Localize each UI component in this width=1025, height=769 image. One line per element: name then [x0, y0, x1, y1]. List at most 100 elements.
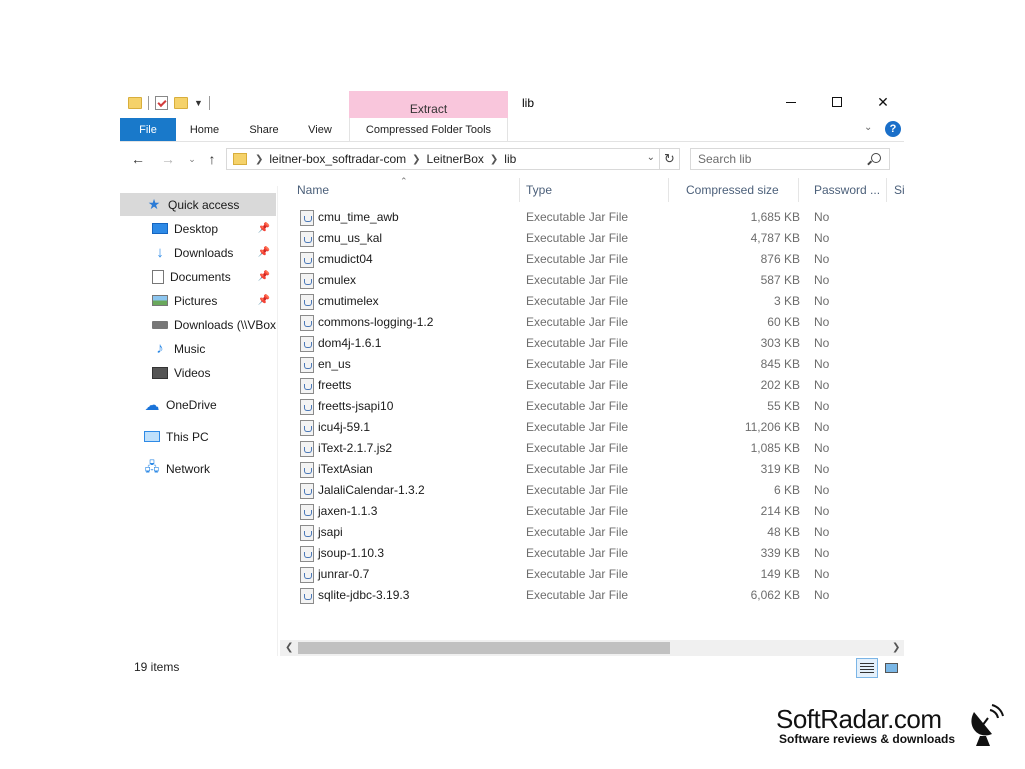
column-header-password[interactable]: Password ...	[797, 178, 887, 202]
minimize-button[interactable]	[768, 86, 814, 118]
file-row[interactable]: JalaliCalendar-1.3.2 Executable Jar File 6…	[297, 480, 897, 501]
scroll-right-icon[interactable]: ❯	[892, 642, 900, 653]
sidebar-item-desktop[interactable]: Desktop 📌	[120, 217, 276, 240]
pin-icon[interactable]: 📌	[258, 271, 270, 282]
file-name[interactable]: jsapi	[318, 525, 343, 539]
file-name[interactable]: junrar-0.7	[318, 567, 369, 581]
file-row[interactable]: commons-logging-1.2 Executable Jar File 60…	[297, 312, 897, 333]
close-button[interactable]: ✕	[860, 86, 906, 118]
file-row[interactable]: iTextAsian Executable Jar File 319 KB No	[297, 459, 897, 480]
column-header-size[interactable]: Si	[877, 178, 904, 202]
help-icon[interactable]: ?	[885, 121, 901, 137]
breadcrumb-item[interactable]: LeitnerBox	[427, 152, 484, 166]
new-folder-icon[interactable]	[174, 97, 188, 109]
file-row[interactable]: sqlite-jdbc-3.19.3 Executable Jar File 6,0…	[297, 585, 897, 606]
file-row[interactable]: cmu_us_kal Executable Jar File 4,787 KB No	[297, 228, 897, 249]
file-name[interactable]: freetts	[318, 378, 351, 392]
tab-home[interactable]: Home	[182, 118, 227, 141]
sidebar-item-quick-access[interactable]: ★ Quick access	[120, 193, 276, 216]
scroll-left-icon[interactable]: ❮	[285, 642, 293, 653]
file-name[interactable]: commons-logging-1.2	[318, 315, 433, 329]
scrollbar-thumb[interactable]	[298, 642, 670, 654]
chevron-right-icon[interactable]: ❯	[412, 154, 420, 165]
address-dropdown-icon[interactable]: ⌄	[647, 152, 655, 163]
file-row[interactable]: cmulex Executable Jar File 587 KB No	[297, 270, 897, 291]
file-row[interactable]: junrar-0.7 Executable Jar File 149 KB No	[297, 564, 897, 585]
horizontal-scrollbar[interactable]: ❮ ❯	[280, 640, 904, 656]
pin-icon[interactable]: 📌	[258, 247, 270, 258]
file-name[interactable]: cmu_time_awb	[318, 210, 399, 224]
file-list: Name ⌃ Type Compressed size Password ...…	[280, 174, 904, 656]
file-compressed-size: 3 KB	[773, 294, 800, 308]
file-row[interactable]: freetts Executable Jar File 202 KB No	[297, 375, 897, 396]
file-name[interactable]: JalaliCalendar-1.3.2	[318, 483, 425, 497]
file-row[interactable]: cmutimelex Executable Jar File 3 KB No	[297, 291, 897, 312]
sidebar-item-network-downloads[interactable]: Downloads (\\VBox	[120, 313, 276, 336]
properties-icon[interactable]	[155, 96, 168, 110]
back-button[interactable]: ←	[128, 150, 148, 168]
file-name[interactable]: iText-2.1.7.js2	[318, 441, 392, 455]
breadcrumb-item[interactable]: lib	[504, 152, 516, 166]
forward-button[interactable]: →	[158, 150, 178, 168]
search-box[interactable]	[690, 148, 890, 170]
column-header-compressed-size[interactable]: Compressed size	[669, 178, 799, 202]
file-name[interactable]: cmulex	[318, 273, 356, 287]
chevron-down-icon[interactable]: ▼	[194, 98, 203, 108]
file-row[interactable]: jaxen-1.1.3 Executable Jar File 214 KB No	[297, 501, 897, 522]
sidebar-item-pictures[interactable]: Pictures 📌	[120, 289, 276, 312]
file-name[interactable]: jaxen-1.1.3	[318, 504, 377, 518]
folder-icon[interactable]	[128, 97, 142, 109]
file-row[interactable]: jsoup-1.10.3 Executable Jar File 339 KB No	[297, 543, 897, 564]
watermark-brand: SoftRadar.com	[776, 704, 942, 734]
recent-locations-button[interactable]: ⌄	[182, 150, 202, 168]
details-view-button[interactable]	[856, 658, 878, 678]
file-name[interactable]: freetts-jsapi10	[318, 399, 393, 413]
sidebar-item-this-pc[interactable]: This PC	[120, 425, 276, 448]
sidebar-item-music[interactable]: ♪ Music	[120, 337, 276, 360]
pin-icon[interactable]: 📌	[258, 295, 270, 306]
file-name[interactable]: icu4j-59.1	[318, 420, 370, 434]
sidebar-item-downloads[interactable]: ↓ Downloads 📌	[120, 241, 276, 264]
extract-context-tab[interactable]: Extract	[349, 91, 508, 118]
file-compressed-size: 4,787 KB	[750, 231, 800, 245]
tab-share[interactable]: Share	[240, 118, 288, 141]
pin-icon[interactable]: 📌	[258, 223, 270, 234]
file-row[interactable]: icu4j-59.1 Executable Jar File 11,206 KB No	[297, 417, 897, 438]
file-row[interactable]: en_us Executable Jar File 845 KB No	[297, 354, 897, 375]
tab-file[interactable]: File	[120, 118, 176, 141]
file-row[interactable]: cmu_time_awb Executable Jar File 1,685 KB N…	[297, 207, 897, 228]
file-row[interactable]: freetts-jsapi10 Executable Jar File 55 KB N…	[297, 396, 897, 417]
file-row[interactable]: cmudict04 Executable Jar File 876 KB No	[297, 249, 897, 270]
file-name[interactable]: en_us	[318, 357, 351, 371]
file-name[interactable]: iTextAsian	[318, 462, 373, 476]
maximize-button[interactable]	[814, 86, 860, 118]
sidebar-item-videos[interactable]: Videos	[120, 361, 276, 384]
tab-compressed-folder-tools[interactable]: Compressed Folder Tools	[349, 118, 508, 141]
file-row[interactable]: dom4j-1.6.1 Executable Jar File 303 KB No	[297, 333, 897, 354]
chevron-right-icon[interactable]: ❯	[490, 154, 498, 165]
tab-view[interactable]: View	[296, 118, 344, 141]
jar-file-icon	[300, 210, 314, 226]
file-name[interactable]: sqlite-jdbc-3.19.3	[318, 588, 409, 602]
large-icons-view-button[interactable]	[880, 658, 902, 678]
file-name[interactable]: jsoup-1.10.3	[318, 546, 384, 560]
sidebar-item-documents[interactable]: Documents 📌	[120, 265, 276, 288]
expand-ribbon-icon[interactable]: ⌄	[864, 122, 872, 133]
file-name[interactable]: cmu_us_kal	[318, 231, 382, 245]
sidebar-item-network[interactable]: 🖧 Network	[120, 457, 276, 480]
breadcrumb-item[interactable]: leitner-box_softradar-com	[269, 152, 406, 166]
sidebar-item-onedrive[interactable]: ☁ OneDrive	[120, 393, 276, 416]
file-name[interactable]: cmudict04	[318, 252, 373, 266]
search-input[interactable]	[698, 152, 858, 166]
file-type: Executable Jar File	[526, 294, 629, 308]
file-name[interactable]: dom4j-1.6.1	[318, 336, 381, 350]
file-row[interactable]: jsapi Executable Jar File 48 KB No	[297, 522, 897, 543]
address-bar[interactable]: ❯ leitner-box_softradar-com ❯ LeitnerBox…	[226, 148, 660, 170]
refresh-button[interactable]: ↻	[660, 148, 680, 170]
file-row[interactable]: iText-2.1.7.js2 Executable Jar File 1,085 …	[297, 438, 897, 459]
column-header-name[interactable]: Name ⌃	[280, 176, 520, 202]
chevron-right-icon[interactable]: ❯	[255, 154, 263, 165]
column-header-type[interactable]: Type	[509, 178, 669, 202]
file-name[interactable]: cmutimelex	[318, 294, 379, 308]
up-button[interactable]: ↑	[202, 150, 222, 168]
